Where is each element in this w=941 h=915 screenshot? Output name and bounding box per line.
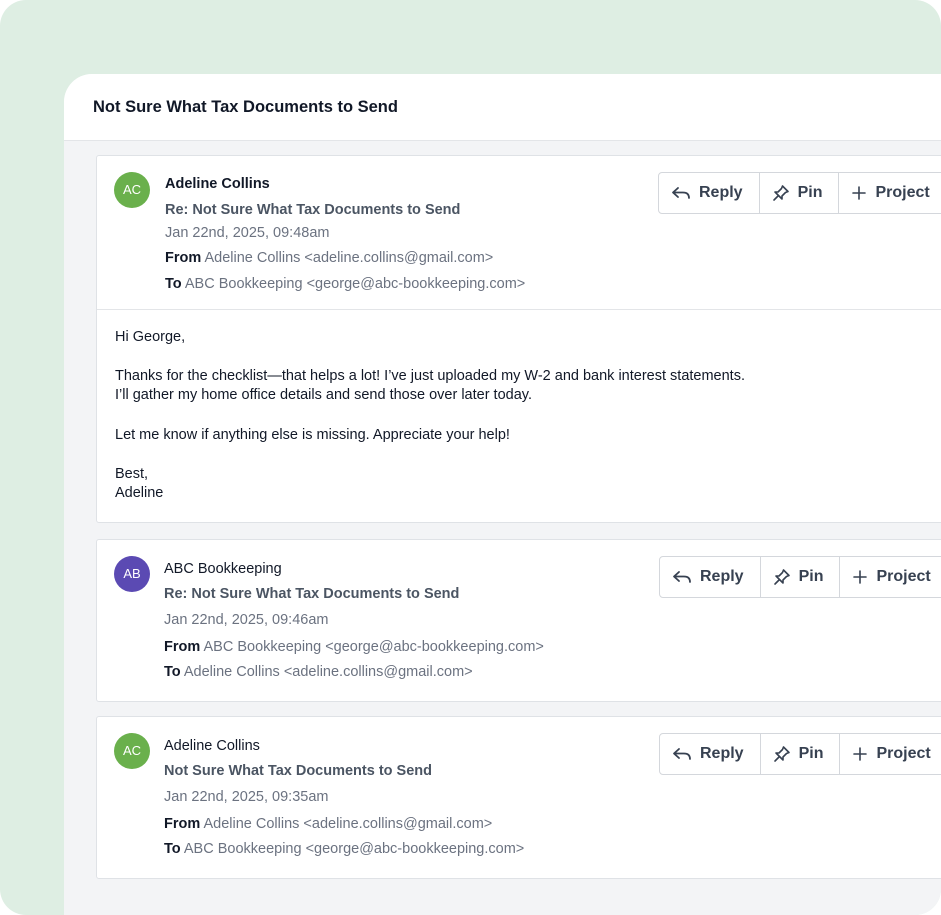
message-date: Jan 22nd, 2025, 09:35am bbox=[164, 789, 329, 805]
to-line: To ABC Bookkeeping <george@abc-bookkeepi… bbox=[164, 841, 524, 857]
thread-title: Not Sure What Tax Documents to Send bbox=[93, 98, 398, 116]
project-label: Project bbox=[876, 568, 931, 585]
body-line: I’ll gather my home office details and s… bbox=[115, 387, 532, 403]
avatar: AC bbox=[114, 172, 150, 208]
from-line: From Adeline Collins <adeline.collins@gm… bbox=[164, 816, 492, 832]
body-line: Hi George, bbox=[115, 329, 186, 345]
message-date: Jan 22nd, 2025, 09:48am bbox=[165, 225, 330, 241]
reply-label: Reply bbox=[700, 568, 744, 585]
pin-icon bbox=[773, 746, 790, 762]
pin-icon bbox=[773, 569, 790, 585]
to-address: Adeline Collins <adeline.collins@gmail.c… bbox=[183, 664, 473, 680]
message-actions: Reply Pin Project bbox=[658, 172, 941, 214]
project-button[interactable]: Project bbox=[840, 734, 941, 774]
reply-button[interactable]: Reply bbox=[660, 557, 761, 597]
pin-label: Pin bbox=[798, 568, 824, 585]
avatar: AB bbox=[114, 556, 150, 592]
reply-button[interactable]: Reply bbox=[659, 173, 760, 213]
pin-button[interactable]: Pin bbox=[761, 557, 841, 597]
project-button[interactable]: Project bbox=[839, 173, 941, 213]
body-line: Thanks for the checklist—that helps a lo… bbox=[115, 368, 745, 384]
to-line: To ABC Bookkeeping <george@abc-bookkeepi… bbox=[165, 276, 525, 292]
from-address: ABC Bookkeeping <george@abc-bookkeeping.… bbox=[203, 639, 544, 655]
reply-button[interactable]: Reply bbox=[660, 734, 761, 774]
from-label: From bbox=[165, 250, 202, 266]
from-address: Adeline Collins <adeline.collins@gmail.c… bbox=[203, 816, 493, 832]
pin-label: Pin bbox=[797, 184, 823, 201]
sender-name: Adeline Collins bbox=[165, 176, 270, 192]
app-background: Not Sure What Tax Documents to Send AC A… bbox=[0, 0, 941, 915]
thread-window: Not Sure What Tax Documents to Send AC A… bbox=[64, 74, 941, 915]
from-address: Adeline Collins <adeline.collins@gmail.c… bbox=[204, 250, 494, 266]
pin-button[interactable]: Pin bbox=[760, 173, 840, 213]
from-label: From bbox=[164, 639, 201, 655]
reply-icon bbox=[673, 748, 691, 760]
project-button[interactable]: Project bbox=[840, 557, 941, 597]
to-address: ABC Bookkeeping <george@abc-bookkeeping.… bbox=[183, 841, 525, 857]
body-line: Best, bbox=[115, 466, 149, 482]
message-subject: Re: Not Sure What Tax Documents to Send bbox=[165, 202, 461, 218]
message-body: Hi George, Thanks for the checklist—that… bbox=[97, 309, 941, 522]
reply-icon bbox=[672, 187, 690, 199]
from-label: From bbox=[164, 816, 201, 832]
to-label: To bbox=[164, 841, 181, 857]
project-label: Project bbox=[875, 184, 930, 201]
sender-name: ABC Bookkeeping bbox=[164, 561, 282, 577]
body-line: Adeline bbox=[115, 485, 164, 501]
message-card[interactable]: AC Adeline Collins Re: Not Sure What Tax… bbox=[96, 155, 941, 523]
to-label: To bbox=[165, 276, 182, 292]
avatar: AC bbox=[114, 733, 150, 769]
from-line: From ABC Bookkeeping <george@abc-bookkee… bbox=[164, 639, 544, 655]
plus-icon bbox=[852, 186, 867, 200]
body-line: Let me know if anything else is missing.… bbox=[115, 427, 510, 443]
message-subject: Not Sure What Tax Documents to Send bbox=[164, 763, 433, 779]
pin-label: Pin bbox=[798, 745, 824, 762]
project-label: Project bbox=[876, 745, 931, 762]
message-card[interactable]: AB ABC Bookkeeping Re: Not Sure What Tax… bbox=[96, 539, 941, 702]
message-card[interactable]: AC Adeline Collins Not Sure What Tax Doc… bbox=[96, 716, 941, 879]
plus-icon bbox=[853, 570, 868, 584]
thread-header: Not Sure What Tax Documents to Send bbox=[64, 74, 941, 141]
message-actions: Reply Pin Project bbox=[659, 733, 941, 775]
reply-icon bbox=[673, 571, 691, 583]
pin-icon bbox=[772, 185, 789, 201]
from-line: From Adeline Collins <adeline.collins@gm… bbox=[165, 250, 493, 266]
message-actions: Reply Pin Project bbox=[659, 556, 941, 598]
sender-name: Adeline Collins bbox=[164, 738, 260, 754]
pin-button[interactable]: Pin bbox=[761, 734, 841, 774]
to-line: To Adeline Collins <adeline.collins@gmai… bbox=[164, 664, 473, 680]
to-label: To bbox=[164, 664, 181, 680]
reply-label: Reply bbox=[700, 745, 744, 762]
message-date: Jan 22nd, 2025, 09:46am bbox=[164, 612, 329, 628]
plus-icon bbox=[853, 747, 868, 761]
reply-label: Reply bbox=[699, 184, 743, 201]
to-address: ABC Bookkeeping <george@abc-bookkeeping.… bbox=[184, 276, 526, 292]
message-subject: Re: Not Sure What Tax Documents to Send bbox=[164, 586, 460, 602]
